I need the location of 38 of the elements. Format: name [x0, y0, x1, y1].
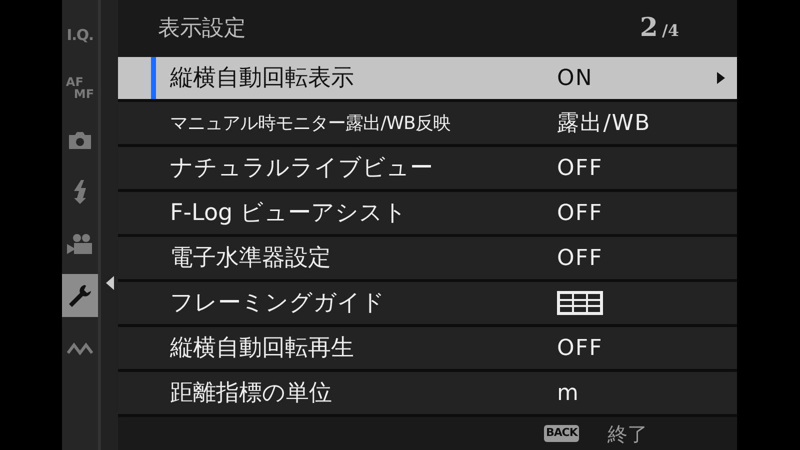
menu-item-label: F-Log ビューアシスト [170, 198, 408, 228]
sidebar-tab[interactable]: I.Q. [62, 14, 98, 57]
menu-item-label: マニュアル時モニター露出/WB反映 [170, 112, 452, 136]
wrench-icon [67, 282, 93, 308]
menu-item-label: 縦横自動回転再生 [170, 334, 355, 363]
framing-grid-icon [557, 291, 603, 315]
menu-item-value: ON [557, 64, 593, 92]
menu-item[interactable]: 縦横自動回転表示 ON [118, 57, 737, 102]
menu-item-label: 縦横自動回転表示 [170, 64, 355, 93]
menu-item[interactable]: ナチュラルライブビュー OFF [118, 147, 737, 192]
lightning-icon [73, 180, 87, 204]
sidebar-tab[interactable]: AF MF [62, 66, 98, 109]
menu-title: 表示設定 [158, 15, 246, 43]
left-arrow-icon [106, 276, 114, 290]
menu-item[interactable]: F-Log ビューアシスト OFF [118, 192, 737, 237]
menu-item-label: ナチュラルライブビュー [170, 154, 434, 183]
menu-item[interactable]: マニュアル時モニター露出/WB反映 露出/WB [118, 102, 737, 147]
camera-icon [67, 130, 93, 150]
page-indicator: 2/4 [640, 12, 679, 45]
menu-item-value: OFF [557, 200, 603, 228]
menu-item-value: OFF [557, 334, 603, 362]
connection-icon [66, 340, 94, 354]
menu-item-value: m [557, 380, 580, 408]
caret-icon [717, 72, 725, 84]
exit-hint: 終了 [607, 420, 648, 448]
menu-item[interactable]: 距離指標の単位 m [118, 372, 737, 417]
menu-item[interactable]: 縦横自動回転再生 OFF [118, 327, 737, 372]
menu-item-value: 露出/WB [557, 110, 651, 138]
menu-item[interactable]: フレーミングガイド [118, 282, 737, 327]
menu-item-label: フレーミングガイド [170, 288, 386, 318]
menu-item-label: 距離指標の単位 [170, 378, 333, 408]
menu-item-value: OFF [557, 154, 603, 182]
sidebar-tab[interactable] [62, 274, 98, 317]
menu-item[interactable]: 電子水準器設定 OFF [118, 237, 737, 282]
menu-item-label: 電子水準器設定 [170, 244, 332, 273]
menu-item-value: OFF [557, 244, 603, 272]
back-key-label: BACK [544, 425, 580, 442]
movie-camera-icon [66, 232, 94, 254]
